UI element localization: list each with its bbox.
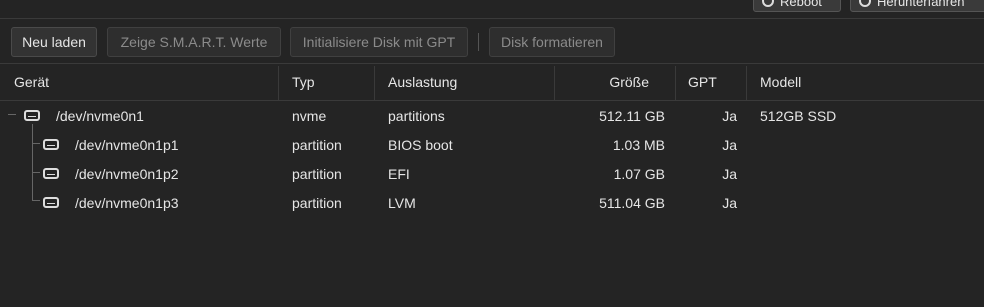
gpt-cell: Ja xyxy=(722,194,737,211)
column-divider xyxy=(675,66,676,100)
column-divider xyxy=(554,66,555,100)
shutdown-button[interactable]: Herunterfahren xyxy=(850,0,984,12)
column-header-type[interactable]: Typ xyxy=(292,64,374,100)
table-row[interactable]: /dev/nvme0n1 nvme partitions 512.11 GB J… xyxy=(0,101,984,130)
size-cell: 1.07 GB xyxy=(613,165,665,182)
table-header: Gerät Typ Auslastung Größe GPT Modell xyxy=(0,64,984,101)
reboot-button[interactable]: Reboot xyxy=(753,0,841,12)
toolbar: Neu laden Zeige S.M.A.R.T. Werte Initial… xyxy=(0,19,984,63)
init-gpt-button[interactable]: Initialisiere Disk mit GPT xyxy=(290,27,468,57)
size-cell: 512.11 GB xyxy=(599,107,665,124)
table-row[interactable]: /dev/nvme0n1p1 partition BIOS boot 1.03 … xyxy=(0,130,984,159)
table-row[interactable]: /dev/nvme0n1p2 partition EFI 1.07 GB Ja xyxy=(0,159,984,188)
type-cell: partition xyxy=(292,165,342,182)
table-row[interactable]: /dev/nvme0n1p3 partition LVM 511.04 GB J… xyxy=(0,188,984,217)
gpt-cell: Ja xyxy=(722,165,737,182)
column-header-model[interactable]: Modell xyxy=(760,64,960,100)
power-icon xyxy=(859,0,871,7)
reload-button[interactable]: Neu laden xyxy=(11,27,97,57)
column-header-usage[interactable]: Auslastung xyxy=(388,64,554,100)
format-disk-button[interactable]: Disk formatieren xyxy=(489,27,615,57)
gpt-cell: Ja xyxy=(722,136,737,153)
disk-icon xyxy=(24,101,40,130)
gpt-cell: Ja xyxy=(722,107,737,124)
type-cell: nvme xyxy=(292,107,327,124)
device-cell: /dev/nvme0n1p1 xyxy=(75,136,179,153)
usage-cell: EFI xyxy=(388,165,410,182)
type-cell: partition xyxy=(292,136,342,153)
disk-table: Gerät Typ Auslastung Größe GPT Modell /d… xyxy=(0,63,984,307)
device-cell: /dev/nvme0n1p3 xyxy=(75,194,179,211)
column-divider xyxy=(374,66,375,100)
usage-cell: LVM xyxy=(388,194,416,211)
top-action-strip: Reboot Herunterfahren xyxy=(0,0,984,19)
shutdown-label: Herunterfahren xyxy=(877,0,965,9)
reboot-label: Reboot xyxy=(780,0,822,9)
toolbar-separator xyxy=(478,33,479,51)
disk-icon xyxy=(43,159,59,188)
disk-icon xyxy=(43,130,59,159)
device-cell: /dev/nvme0n1 xyxy=(56,107,144,124)
column-header-gpt[interactable]: GPT xyxy=(688,64,746,100)
reboot-icon xyxy=(762,0,774,7)
device-cell: /dev/nvme0n1p2 xyxy=(75,165,179,182)
usage-cell: BIOS boot xyxy=(388,136,453,153)
show-smart-button[interactable]: Zeige S.M.A.R.T. Werte xyxy=(107,27,281,57)
usage-cell: partitions xyxy=(388,107,445,124)
column-header-size[interactable]: Größe xyxy=(556,64,649,100)
column-divider xyxy=(278,66,279,100)
model-cell: 512GB SSD xyxy=(760,107,837,124)
type-cell: partition xyxy=(292,194,342,211)
column-divider xyxy=(746,66,747,100)
disk-icon xyxy=(43,188,59,217)
size-cell: 511.04 GB xyxy=(599,194,665,211)
size-cell: 1.03 MB xyxy=(612,136,665,153)
column-header-device[interactable]: Gerät xyxy=(14,64,278,100)
